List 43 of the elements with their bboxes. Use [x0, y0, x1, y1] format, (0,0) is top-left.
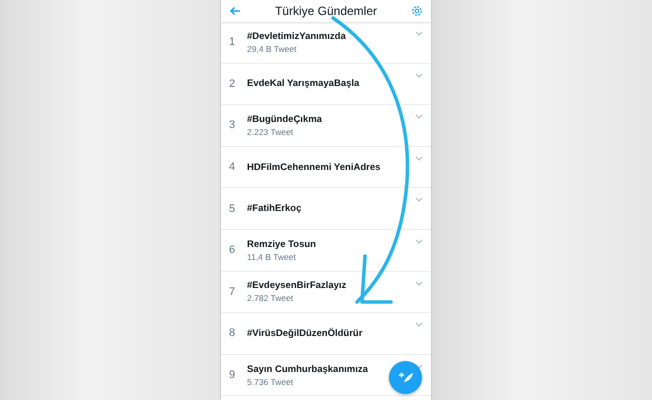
trend-row[interactable]: 7 #EvdeysenBirFazlayız 2.782 Tweet: [221, 272, 431, 314]
chevron-down-icon[interactable]: [415, 114, 423, 120]
trend-name: #VirüsDeğilDüzenÖldürür: [247, 328, 362, 339]
trend-rank: 3: [229, 119, 236, 132]
trend-name: Sayın Cumhurbaşkanımıza: [247, 364, 368, 375]
trend-rank: 9: [229, 369, 236, 382]
chevron-down-icon[interactable]: [415, 238, 423, 244]
trend-name: Remziye Tosun: [247, 238, 316, 250]
trend-row[interactable]: 1 #DevletimizYanımızda 29,4 B Tweet: [221, 22, 431, 64]
chevron-down-icon[interactable]: [415, 322, 423, 328]
trend-name: #EvdeysenBirFazlayız: [247, 280, 346, 292]
trend-name: EvdeKal YarışmayaBaşla: [247, 78, 360, 90]
trend-rank: 2: [229, 78, 236, 90]
trend-rank: 4: [229, 161, 236, 174]
tweet-count: 11,4 B Tweet: [247, 252, 296, 262]
trend-row[interactable]: 8 #VirüsDeğilDüzenÖldürür: [221, 313, 431, 355]
trend-name: #FatihErkoç: [247, 203, 302, 214]
trend-row[interactable]: 6 Remziye Tosun 11,4 B Tweet: [221, 230, 431, 272]
chevron-down-icon[interactable]: [415, 31, 423, 36]
chevron-down-icon[interactable]: [415, 280, 423, 286]
settings-icon[interactable]: [411, 5, 423, 17]
trend-rank: 8: [229, 327, 236, 340]
trend-name: #DevletimizYanımızda: [247, 30, 346, 42]
trend-rank: 1: [229, 36, 236, 48]
trend-row[interactable]: 2 EvdeKal YarışmayaBaşla: [221, 64, 431, 106]
screen-title: Türkiye Gündemler: [274, 4, 378, 18]
trend-rank: 6: [229, 244, 236, 256]
feather-plus-icon: [398, 370, 414, 384]
trend-rank: 5: [229, 202, 236, 215]
trend-name: HDFilmCehennemi YeniAdres: [247, 162, 380, 173]
tweet-count: 2.223 Tweet: [247, 126, 294, 137]
chevron-down-icon[interactable]: [415, 156, 423, 161]
trend-row[interactable]: 3 #BugündeÇıkma 2.223 Tweet: [221, 105, 431, 147]
chevron-down-icon[interactable]: [415, 197, 423, 202]
tweet-count: 5.736 Tweet: [247, 376, 294, 387]
trend-name: #BugündeÇıkma: [247, 114, 322, 125]
tweet-count: 2.782 Tweet: [247, 293, 294, 304]
trend-row[interactable]: 5 #FatihErkoç: [221, 188, 431, 230]
trend-row[interactable]: 4 HDFilmCehennemi YeniAdres: [221, 146, 431, 188]
back-arrow-icon[interactable]: [229, 6, 241, 16]
trend-rank: 7: [229, 286, 236, 298]
chevron-down-icon[interactable]: [415, 72, 423, 78]
tweet-count: 29,4 B Tweet: [247, 44, 296, 54]
